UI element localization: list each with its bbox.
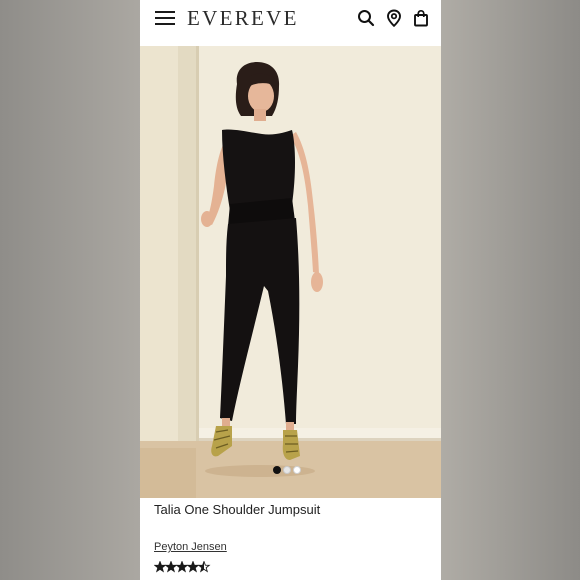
carousel-dot-3[interactable] [293,466,301,474]
carousel-dot-2[interactable] [283,466,291,474]
star-icon [187,561,199,572]
star-icon [165,561,177,572]
mobile-page: EVEREVE Talia One Shoulder Jumpsuit Peyt… [140,0,441,580]
carousel-dot-1[interactable] [273,466,281,474]
brand-logo[interactable]: EVEREVE [187,6,299,31]
star-icon [176,561,188,572]
site-header: EVEREVE [140,0,441,46]
shopping-bag-icon[interactable] [412,9,430,27]
rating-stars [154,561,214,573]
product-image[interactable] [140,46,441,498]
product-info: Talia One Shoulder Jumpsuit Peyton Jense… [140,498,441,580]
star-icon [154,561,166,572]
designer-link[interactable]: Peyton Jensen [154,541,227,553]
location-pin-icon[interactable] [385,9,403,27]
search-icon[interactable] [357,9,375,27]
product-title: Talia One Shoulder Jumpsuit [154,502,321,517]
hamburger-menu-icon[interactable] [155,11,175,27]
